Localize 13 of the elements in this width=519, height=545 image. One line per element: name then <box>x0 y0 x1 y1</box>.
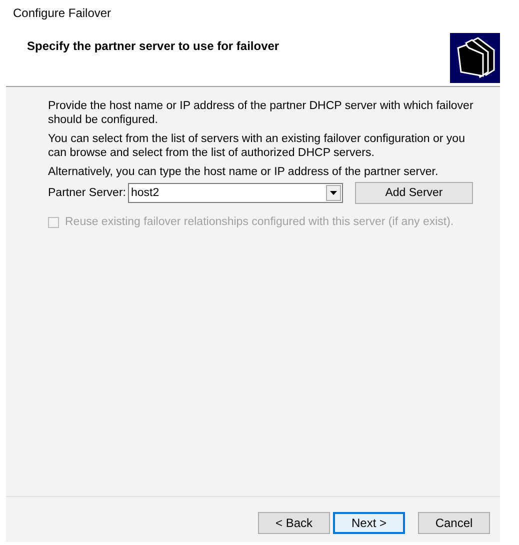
add-server-button[interactable]: Add Server <box>354 182 473 204</box>
checkbox-label: Reuse existing failover relationships configured with this server (if any exist). <box>65 216 454 228</box>
wizard-button[interactable]: Next > <box>333 512 405 534</box>
field-label: Partner Server: <box>48 187 126 199</box>
wizard-button[interactable]: Cancel <box>418 512 490 534</box>
window-title: Configure Failover <box>12 5 112 22</box>
wizard-button[interactable]: < Back <box>258 512 330 534</box>
instruction-text: You can select from the list of servers with an existing failover configuration or you can browse and select from the list of authorized DHCP servers. <box>48 132 466 160</box>
page-heading: Specify the partner server to use for failover <box>27 39 280 53</box>
instruction-text: Alternatively, you can type the host name or IP address of the partner server. <box>48 165 440 179</box>
folders-icon <box>450 33 500 83</box>
instruction-text: Provide the host name or IP address of the partner DHCP server with which failover should be configured. <box>48 99 474 127</box>
partner-server-combo[interactable]: host2 <box>128 183 343 203</box>
